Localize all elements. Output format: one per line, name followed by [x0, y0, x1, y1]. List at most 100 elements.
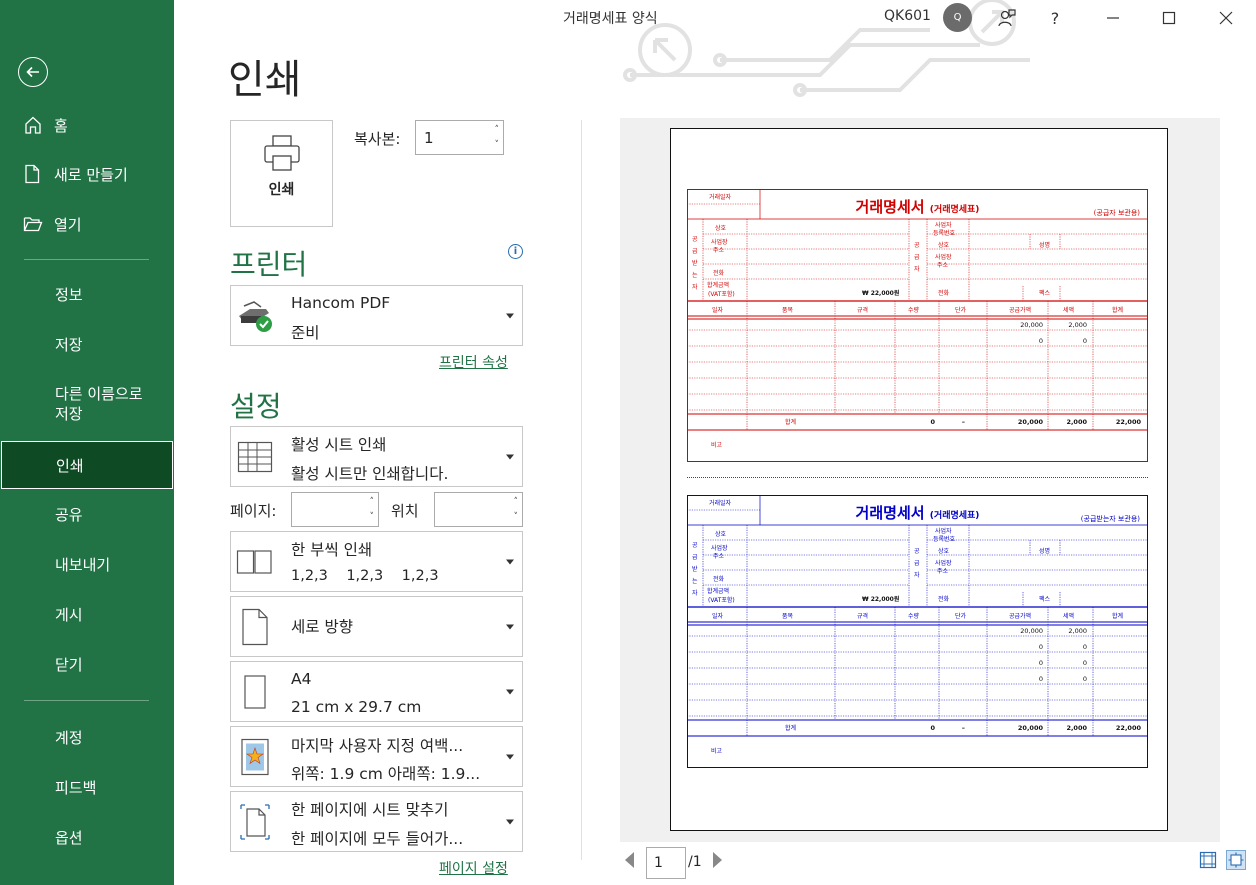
- svg-text:합계: 합계: [1112, 306, 1123, 314]
- svg-text:공: 공: [692, 236, 698, 243]
- print-button[interactable]: 인쇄: [230, 120, 333, 227]
- page-setup-link[interactable]: 페이지 설정: [439, 858, 508, 878]
- scaling-desc: 한 페이지에 모두 들어가...: [291, 830, 464, 848]
- panel-divider: [581, 120, 582, 860]
- svg-text:0: 0: [930, 418, 935, 426]
- scaling-title: 한 페이지에 시트 맞추기: [291, 801, 449, 819]
- collation-select[interactable]: 한 부씩 인쇄 1,2,3 1,2,3 1,2,3: [230, 531, 523, 592]
- minimize-icon[interactable]: [1101, 6, 1125, 30]
- svg-text:품목: 품목: [782, 613, 794, 620]
- svg-text:22,000: 22,000: [1116, 418, 1142, 426]
- scaling-select[interactable]: 한 페이지에 시트 맞추기 한 페이지에 모두 들어가...: [230, 791, 523, 852]
- invoice-top: 거래일자 상호 사업장 주소 전화 합계금액 (VAT포함) 공급받는자 공급자 사…: [687, 189, 1148, 462]
- svg-text:0: 0: [1083, 337, 1087, 345]
- svg-text:사업장: 사업장: [935, 253, 952, 261]
- svg-text:자: 자: [692, 283, 698, 291]
- nav-new[interactable]: 새로 만들기: [0, 150, 174, 198]
- sheet-grid-icon: [236, 438, 274, 476]
- close-icon[interactable]: [1214, 6, 1238, 30]
- paper-size-desc: 21 cm x 29.7 cm: [291, 698, 422, 716]
- show-margins-icon[interactable]: [1198, 850, 1218, 870]
- print-what-desc: 활성 시트만 인쇄합니다.: [291, 465, 449, 483]
- svg-text:합계: 합계: [785, 724, 796, 732]
- custom-margins-icon: [236, 738, 274, 776]
- avatar[interactable]: Q: [943, 3, 972, 32]
- folder-open-icon: [23, 215, 45, 233]
- page-total: /1: [688, 854, 702, 870]
- svg-text:등록번호: 등록번호: [933, 535, 956, 543]
- back-button[interactable]: [18, 57, 48, 87]
- current-page-input[interactable]: 1: [646, 847, 686, 879]
- info-icon[interactable]: i: [508, 244, 523, 259]
- printer-select[interactable]: Hancom PDF 준비: [230, 285, 523, 346]
- svg-text:합계: 합계: [1112, 612, 1123, 620]
- spin-up-icon[interactable]: ˄: [370, 497, 375, 507]
- zoom-to-page-icon[interactable]: [1226, 850, 1246, 870]
- help-icon[interactable]: ?: [1043, 6, 1067, 30]
- paper-size-title: A4: [291, 670, 312, 688]
- spin-down-icon[interactable]: ˅: [370, 512, 375, 522]
- nav-feedback-label: 피드백: [55, 778, 97, 797]
- svg-text:규격: 규격: [857, 613, 868, 620]
- print-what-select[interactable]: 활성 시트 인쇄 활성 시트만 인쇄합니다.: [230, 426, 523, 487]
- svg-text:–: –: [962, 724, 965, 732]
- nav-save[interactable]: 저장: [0, 320, 174, 368]
- dropdown-arrow-icon: [506, 559, 514, 564]
- nav-export[interactable]: 내보내기: [0, 540, 174, 588]
- svg-text:2,000: 2,000: [1068, 627, 1087, 635]
- fit-sheet-icon: [236, 803, 274, 841]
- settings-section-title: 설정: [230, 390, 282, 423]
- svg-text:(VAT포함): (VAT포함): [708, 290, 735, 298]
- margins-select[interactable]: 마지막 사용자 지정 여백... 위쪽: 1.9 cm 아래쪽: 1.9...: [230, 726, 523, 787]
- nav-options[interactable]: 옵션: [0, 813, 174, 861]
- nav-account-label: 계정: [55, 728, 83, 747]
- nav-open[interactable]: 열기: [0, 200, 174, 248]
- svg-text:전화: 전화: [938, 595, 950, 603]
- nav-publish[interactable]: 게시: [0, 590, 174, 638]
- svg-text:20,000: 20,000: [1018, 724, 1044, 732]
- copies-input[interactable]: 1 ˄ ˅: [415, 120, 504, 155]
- printer-properties-link[interactable]: 프린터 속성: [439, 352, 508, 372]
- nav-info-label: 정보: [55, 285, 83, 304]
- user-name[interactable]: QK601: [884, 8, 931, 24]
- portrait-page-icon: [236, 608, 274, 646]
- svg-text:주소: 주소: [937, 262, 949, 269]
- maximize-icon[interactable]: [1157, 6, 1181, 30]
- svg-text:세액: 세액: [1063, 612, 1074, 620]
- nav-info[interactable]: 정보: [0, 270, 174, 318]
- svg-text:일자: 일자: [712, 612, 724, 620]
- nav-close[interactable]: 닫기: [0, 640, 174, 688]
- svg-text:₩ 22,000원: ₩ 22,000원: [862, 595, 899, 603]
- spin-up-icon[interactable]: ˄: [495, 125, 500, 135]
- nav-share[interactable]: 공유: [0, 490, 174, 538]
- pages-to-input[interactable]: ˄ ˅: [434, 492, 523, 527]
- nav-home[interactable]: 홈: [0, 101, 174, 149]
- invoice-top-subtitle: (거래명세표): [929, 205, 980, 215]
- svg-text:규격: 규격: [857, 307, 868, 314]
- nav-account[interactable]: 계정: [0, 713, 174, 761]
- invoice-bottom-title: 거래명세서 (거래명세표): [687, 502, 1148, 523]
- nav-feedback[interactable]: 피드백: [0, 763, 174, 811]
- svg-text:합계금액: 합계금액: [707, 587, 729, 595]
- svg-text:급: 급: [914, 560, 920, 567]
- spin-down-icon[interactable]: ˅: [514, 512, 519, 522]
- excel-backstage: 홈 새로 만들기 열기 정보 저장 다른 이름으로 저장 인쇄 공유 내보내기 …: [0, 0, 1256, 885]
- svg-text:0: 0: [1039, 659, 1043, 667]
- spin-up-icon[interactable]: ˄: [514, 497, 519, 507]
- next-page-icon[interactable]: [713, 852, 722, 868]
- svg-text:수량: 수량: [908, 613, 920, 620]
- feedback-person-icon[interactable]: [995, 6, 1019, 30]
- spin-down-icon[interactable]: ˅: [495, 140, 500, 150]
- svg-text:받: 받: [692, 259, 698, 267]
- nav-print[interactable]: 인쇄: [1, 441, 173, 489]
- svg-text:0: 0: [1039, 675, 1043, 683]
- prev-page-icon[interactable]: [625, 852, 634, 868]
- svg-text:자: 자: [914, 265, 920, 273]
- orientation-select[interactable]: 세로 방향: [230, 596, 523, 657]
- collation-desc: 1,2,3 1,2,3 1,2,3: [291, 568, 439, 584]
- invoice-top-title-text: 거래명세서: [855, 198, 925, 216]
- pages-from-input[interactable]: ˄ ˅: [291, 492, 379, 527]
- svg-text:상호: 상호: [938, 241, 950, 249]
- svg-text:공: 공: [914, 548, 920, 555]
- paper-size-select[interactable]: A4 21 cm x 29.7 cm: [230, 661, 523, 722]
